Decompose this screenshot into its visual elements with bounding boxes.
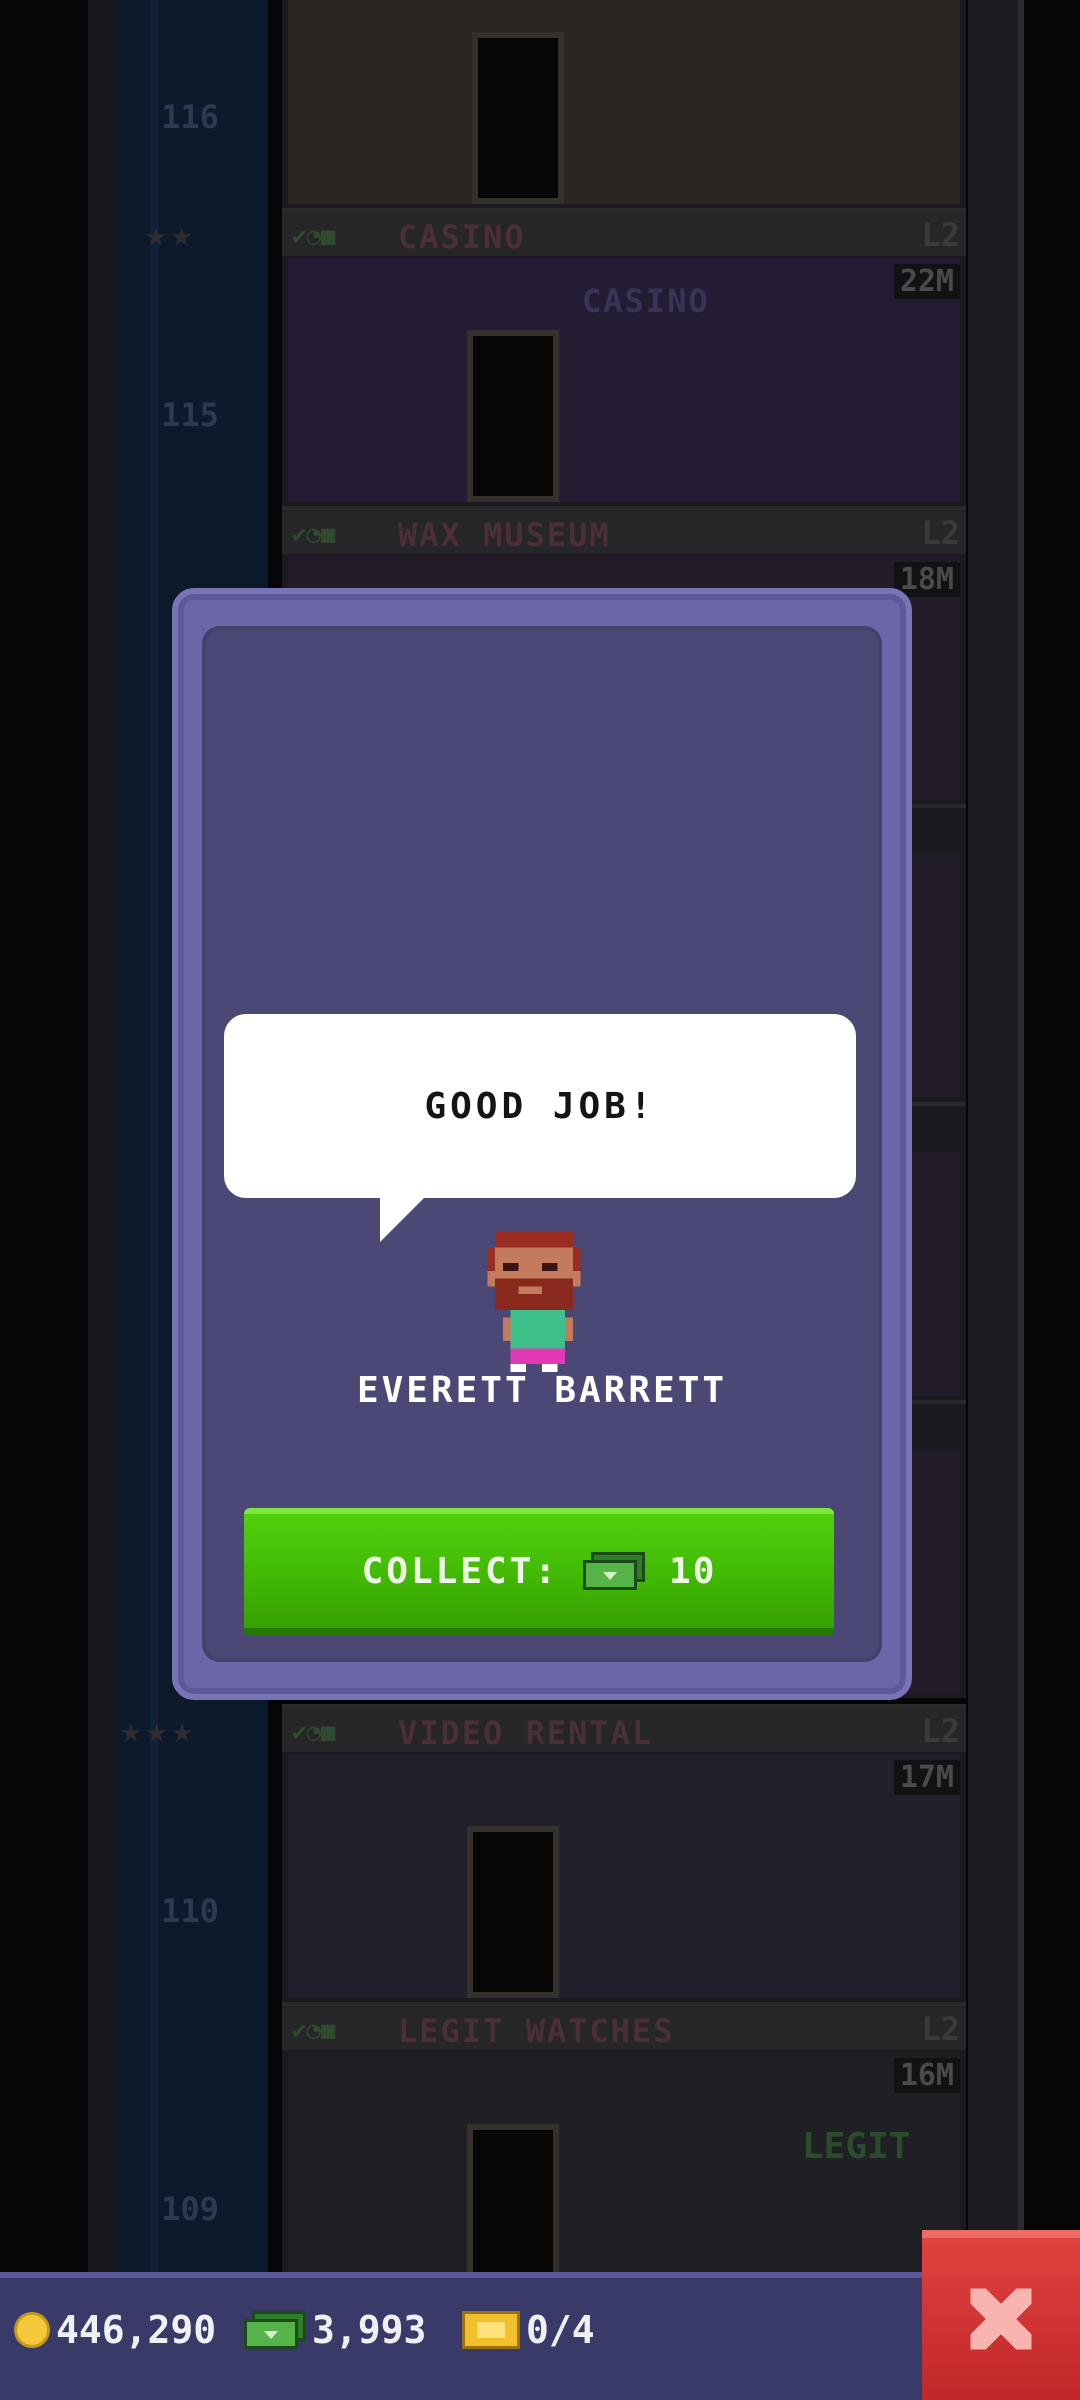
collect-label: COLLECT: <box>361 1550 560 1592</box>
speech-text: GOOD JOB! <box>424 1085 656 1127</box>
casino-sign: CASINO <box>582 282 710 320</box>
floor-level: L2 <box>921 216 960 254</box>
cash-icon-front <box>583 1560 638 1590</box>
elevator-shaft-edge <box>88 0 118 2272</box>
floor-cost: 18M <box>893 562 960 597</box>
floor-status-icons: ✔◔■ <box>292 2016 336 2044</box>
tickets-counter[interactable]: 0/4 <box>462 2308 595 2352</box>
bux-icon-front <box>244 2319 298 2349</box>
floor-label-bar <box>282 510 966 554</box>
floor-stars: ★★ <box>145 214 197 255</box>
floor-casino[interactable]: ✔◔■ CASINO L2 22M CASINO <box>282 208 966 506</box>
floor-number: 109 <box>161 2190 219 2228</box>
bux-icon <box>244 2311 306 2349</box>
character-name: EVERETT BARRETT <box>356 1370 728 1411</box>
floor-legit-watches[interactable]: ✔◔■ LEGIT WATCHES L2 16M LEGIT <box>282 2002 966 2300</box>
tickets-value: 0/4 <box>526 2308 595 2352</box>
floor-name: WAX MUSEUM <box>398 516 611 554</box>
floor-level: L2 <box>921 1712 960 1750</box>
collect-amount: 10 <box>669 1550 717 1592</box>
floor-level: L2 <box>921 514 960 552</box>
floor-cost: 17M <box>893 1760 960 1795</box>
collect-button[interactable]: COLLECT: 10 <box>244 1508 834 1636</box>
coin-icon <box>14 2312 50 2348</box>
floor-name: LEGIT WATCHES <box>398 2012 675 2050</box>
floor-cost: 22M <box>893 264 960 299</box>
status-bar: 446,290 3,993 0/4 <box>0 2272 1080 2400</box>
legit-sign: LEGIT <box>802 2126 911 2167</box>
floor-number: 115 <box>161 396 219 434</box>
floor-116[interactable] <box>282 0 966 208</box>
floor-number: 116 <box>161 98 219 136</box>
floor-name: CASINO <box>398 218 526 256</box>
coins-counter[interactable]: 446,290 <box>14 2308 216 2352</box>
elevator-shaft-stripe <box>150 0 158 2272</box>
tower-edge-highlight <box>1018 0 1024 2272</box>
close-icon <box>970 2288 1032 2350</box>
floor-status-icons: ✔◔■ <box>292 520 336 548</box>
speech-bubble-tail <box>380 1196 426 1242</box>
floor-door <box>467 1826 559 1998</box>
floor-room <box>288 2052 960 2296</box>
floor-video-rental[interactable]: ✔◔■ VIDEO RENTAL L2 17M <box>282 1704 966 2002</box>
coins-value: 446,290 <box>56 2308 217 2352</box>
cash-icon <box>583 1552 646 1590</box>
bitizen-avatar <box>487 1232 581 1372</box>
floor-door <box>467 2124 559 2296</box>
bux-value: 3,993 <box>312 2308 427 2352</box>
ticket-icon <box>462 2311 520 2349</box>
floor-cost: 16M <box>893 2058 960 2093</box>
floor-name: VIDEO RENTAL <box>398 1714 654 1752</box>
floor-room <box>288 0 960 204</box>
floor-door <box>472 32 564 204</box>
floor-label-bar <box>282 212 966 256</box>
bux-counter[interactable]: 3,993 <box>244 2308 426 2352</box>
floor-room <box>288 1754 960 1998</box>
tower-edge <box>968 0 1018 2272</box>
speech-bubble: GOOD JOB! <box>224 1014 856 1198</box>
floor-stars: ★★★ <box>120 1710 198 1751</box>
floor-status-icons: ✔◔■ <box>292 222 336 250</box>
floor-number: 110 <box>161 1892 219 1930</box>
floor-level: L2 <box>921 2010 960 2048</box>
close-button[interactable] <box>922 2230 1080 2400</box>
floor-status-icons: ✔◔■ <box>292 1718 336 1746</box>
floor-door <box>467 330 559 502</box>
